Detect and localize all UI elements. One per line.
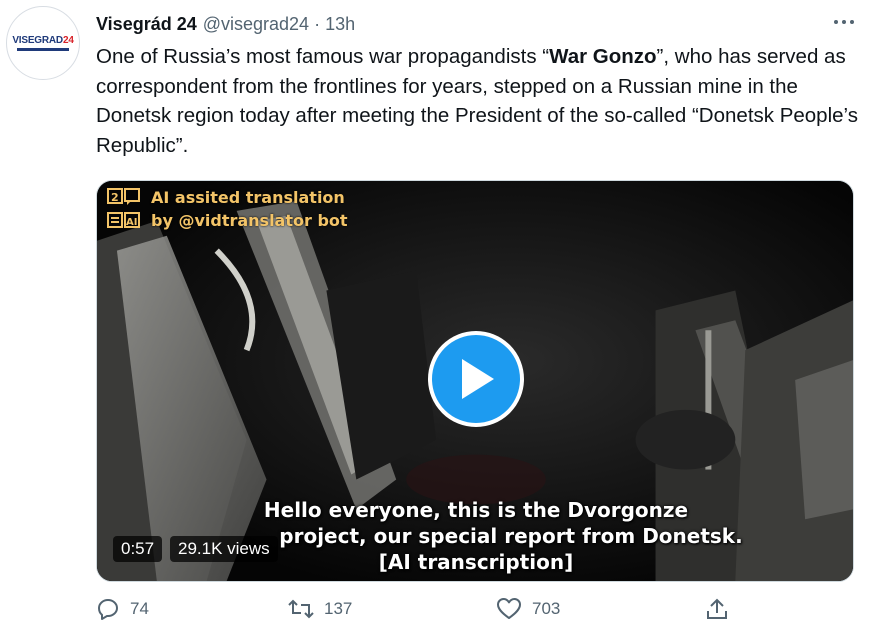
avatar-logo: VISEGRAD24 xyxy=(12,35,74,46)
heart-icon xyxy=(497,598,521,619)
tweet: VISEGRAD24 Visegrád 24 @visegrad24 · 13h… xyxy=(0,0,885,631)
video-view-count: 29.1K views xyxy=(170,536,278,562)
reply-button[interactable]: 74 xyxy=(96,597,149,621)
ai-caption-icon: AI xyxy=(107,210,141,230)
retweet-button[interactable]: 137 xyxy=(288,597,352,621)
account-name[interactable]: Visegrád 24 xyxy=(96,14,197,35)
tweet-header: Visegrád 24 @visegrad24 · 13h xyxy=(96,12,355,36)
more-options-button[interactable] xyxy=(831,10,857,34)
translate-icon: 2 xyxy=(107,187,141,207)
reply-icon xyxy=(98,599,118,620)
account-handle[interactable]: @visegrad24 xyxy=(203,14,309,35)
tweet-text-bold: War Gonzo xyxy=(549,45,657,68)
share-button[interactable] xyxy=(706,597,728,621)
video-player[interactable]: 2 AI assited translation AI by @vidtrans… xyxy=(96,180,854,582)
like-button[interactable]: 703 xyxy=(496,597,560,621)
play-button[interactable] xyxy=(428,331,524,427)
tweet-timestamp[interactable]: 13h xyxy=(325,14,355,35)
tweet-actions: 74 137 703 xyxy=(96,597,736,631)
retweet-count: 137 xyxy=(324,599,353,618)
like-count: 703 xyxy=(532,599,561,618)
badge-line-1: AI assited translation xyxy=(151,187,345,207)
reply-count: 74 xyxy=(130,599,149,618)
retweet-icon xyxy=(288,599,314,619)
translation-badge: 2 AI assited translation AI by @vidtrans… xyxy=(107,187,348,230)
svg-text:2: 2 xyxy=(111,191,119,204)
separator-dot: · xyxy=(314,13,321,34)
tweet-text: One of Russia’s most famous war propagan… xyxy=(96,45,858,157)
avatar-logo-bar xyxy=(17,48,69,51)
badge-line-2: by @vidtranslator bot xyxy=(151,210,348,230)
svg-text:AI: AI xyxy=(126,217,137,228)
share-icon xyxy=(707,598,727,619)
play-icon xyxy=(462,359,494,399)
avatar[interactable]: VISEGRAD24 xyxy=(6,6,80,80)
video-duration: 0:57 xyxy=(113,536,163,562)
more-horizontal-icon xyxy=(834,20,854,24)
subtitle-line-1: Hello everyone, this is the Dvorgonze xyxy=(263,498,689,522)
